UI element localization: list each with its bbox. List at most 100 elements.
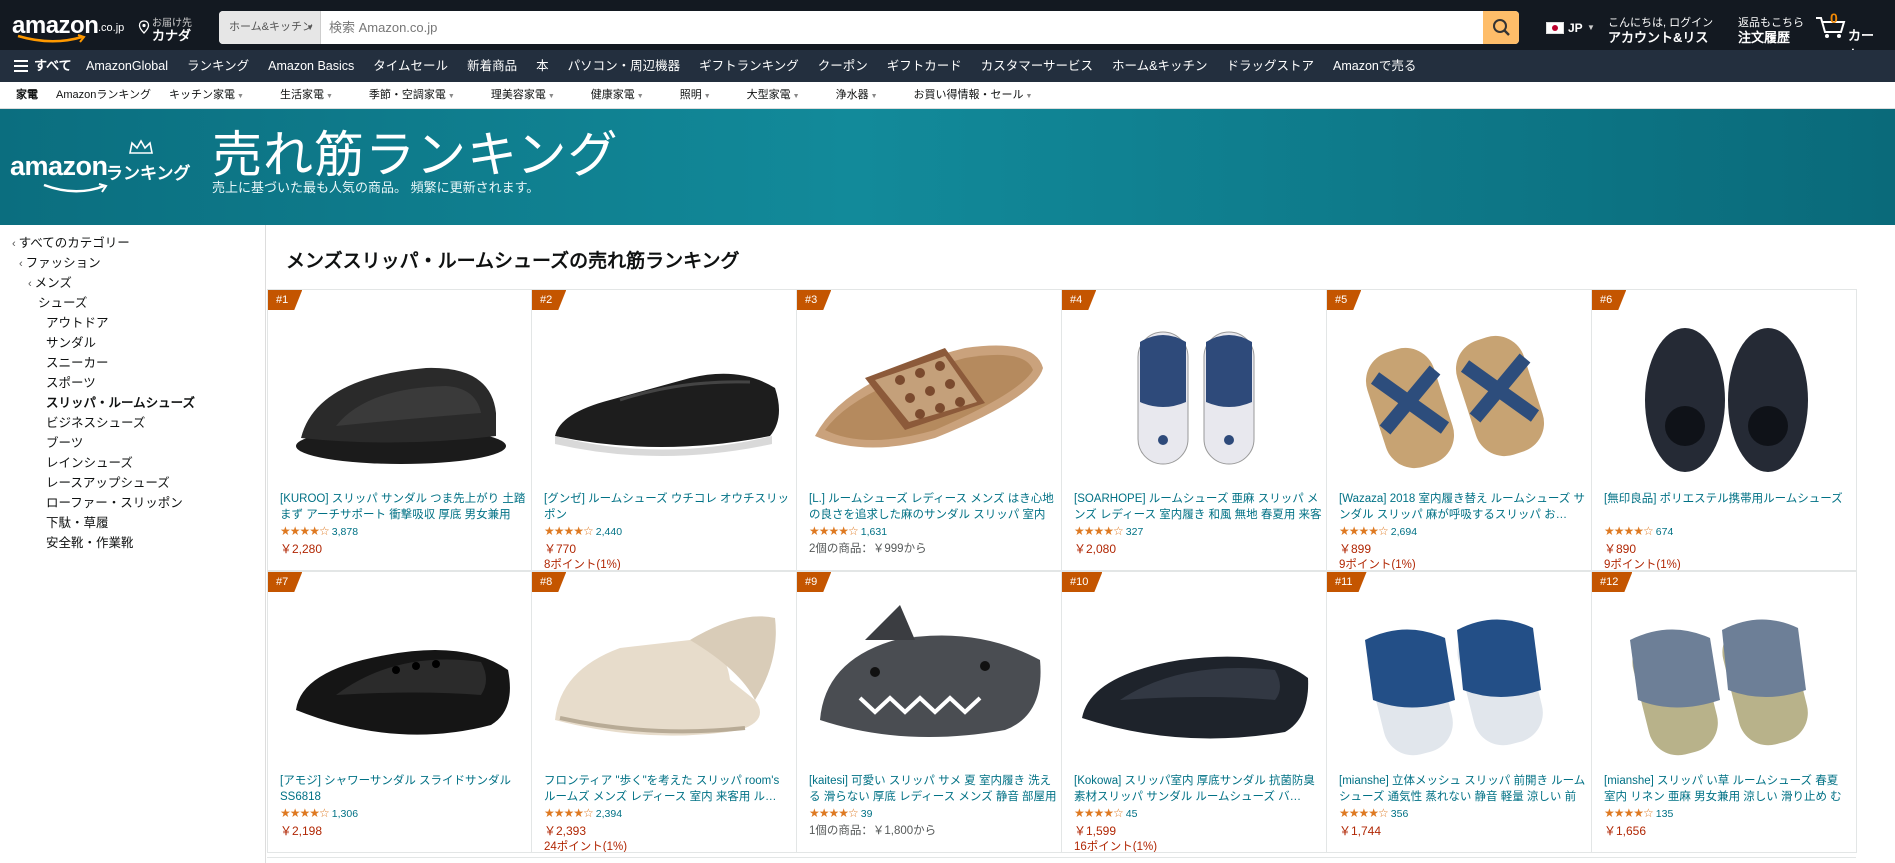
- star-rating-icon: ★★★★☆: [1074, 806, 1124, 820]
- product-title-link[interactable]: [グンゼ] ルームシューズ ウチコレ オウチスリッポン: [544, 491, 792, 523]
- sidebar-item-slippers-selected[interactable]: スリッパ・ルームシューズ: [46, 392, 195, 411]
- sidebar-item-fashion[interactable]: ‹ ファッション: [19, 252, 101, 271]
- nav-link-sell[interactable]: Amazonで売る: [1333, 50, 1416, 82]
- nav-link-customer-service[interactable]: カスタマーサービス: [981, 50, 1093, 82]
- product-rating[interactable]: ★★★★☆ 2,440: [544, 524, 622, 538]
- product-card[interactable]: #10 [Kokowa] スリッパ室内 厚底サンダル 抗菌防臭素材スリッパ サンダ…: [1062, 571, 1327, 853]
- search-input[interactable]: [325, 11, 1465, 44]
- product-image[interactable]: [276, 600, 526, 760]
- product-card[interactable]: #7 [アモジ] シャワーサンダル スライドサンダル SS6818 ★★★★☆ 1,3…: [267, 571, 532, 853]
- sidebar-item-lace-up-shoes[interactable]: レースアップシューズ: [46, 472, 170, 491]
- product-rating[interactable]: ★★★★☆ 135: [1604, 806, 1673, 820]
- sidebar-item-shoes[interactable]: シューズ: [38, 292, 87, 311]
- product-rating[interactable]: ★★★★☆ 1,631: [809, 524, 887, 538]
- product-image[interactable]: [1070, 318, 1320, 478]
- all-menu-button[interactable]: すべて: [14, 50, 72, 82]
- sidebar-item-business-shoes[interactable]: ビジネスシューズ: [46, 412, 145, 431]
- nav-link-home-kitchen[interactable]: ホーム&キッチン: [1112, 50, 1207, 82]
- product-image[interactable]: [540, 600, 790, 760]
- nav-link-amazon-basics[interactable]: Amazon Basics: [268, 50, 354, 82]
- product-image[interactable]: [1335, 318, 1585, 478]
- product-rating[interactable]: ★★★★☆ 3,878: [280, 524, 358, 538]
- sidebar-item-loafers[interactable]: ローファー・スリッポン: [46, 492, 183, 511]
- product-card[interactable]: #11 [mianshe] 立体メッシュ スリッパ 前開き ルームシューズ 通気性…: [1327, 571, 1592, 853]
- product-image[interactable]: [540, 318, 790, 478]
- product-title-link[interactable]: [mianshe] 立体メッシュ スリッパ 前開き ルームシューズ 通気性 蒸れ…: [1339, 773, 1587, 805]
- product-card[interactable]: #8 フロンティア "歩く"を考えた スリッパ room's ルームズ メンズ レ…: [532, 571, 797, 853]
- sidebar-item-boots[interactable]: ブーツ: [46, 432, 83, 451]
- subnav-link-appliances[interactable]: 家電: [16, 82, 38, 109]
- subnav-link-kitchen-appliances[interactable]: キッチン家電 ▼: [169, 82, 262, 109]
- product-title-link[interactable]: [L.] ルームシューズ レディース メンズ はき心地の良さを追求した麻のサンダ…: [809, 491, 1057, 523]
- sidebar-item-safety-shoes[interactable]: 安全靴・作業靴: [46, 532, 134, 551]
- product-image[interactable]: [805, 600, 1055, 760]
- nav-link-coupons[interactable]: クーポン: [818, 50, 868, 82]
- nav-link-books[interactable]: 本: [536, 50, 549, 82]
- product-title-link[interactable]: [Wazaza] 2018 室内履き替え ルームシューズ サンダル スリッパ 麻…: [1339, 491, 1587, 523]
- product-card[interactable]: #9 [kaitesi] 可愛い スリッパ サメ 夏 室内履き 洗える 滑らない …: [797, 571, 1062, 853]
- product-rating[interactable]: ★★★★☆ 39: [809, 806, 872, 820]
- product-title-link[interactable]: [アモジ] シャワーサンダル スライドサンダル SS6818: [280, 773, 528, 805]
- subnav-link-large-appliances[interactable]: 大型家電 ▼: [747, 82, 818, 109]
- sidebar-item-geta-zori[interactable]: 下駄・草履: [46, 512, 109, 531]
- product-rating[interactable]: ★★★★☆ 2,694: [1339, 524, 1417, 538]
- product-card[interactable]: #4 [SOARHOPE] ルームシューズ 亜麻 スリッパ メンズ レディース 室…: [1062, 289, 1327, 571]
- product-rating[interactable]: ★★★★☆ 356: [1339, 806, 1408, 820]
- product-title-link[interactable]: [SOARHOPE] ルームシューズ 亜麻 スリッパ メンズ レディース 室内履…: [1074, 491, 1322, 523]
- product-rating[interactable]: ★★★★☆ 674: [1604, 524, 1673, 538]
- product-card[interactable]: #1 [KUROO] スリッパ サンダル つま先上がり 土踏まず アーチサポート …: [267, 289, 532, 571]
- account-and-lists[interactable]: こんにちは, ログイン アカウント&リスト: [1608, 14, 1718, 64]
- cart-button[interactable]: 0 カート: [1814, 10, 1884, 62]
- product-card[interactable]: #3 [L.] ルームシューズ レディース メンズ はき心地の良さを追求した麻のサ…: [797, 289, 1062, 571]
- subnav-link-home-appliances[interactable]: 生活家電 ▼: [280, 82, 351, 109]
- subnav-link-health-appliances[interactable]: 健康家電 ▼: [591, 82, 662, 109]
- product-image[interactable]: [1600, 600, 1850, 760]
- sidebar-item-mens[interactable]: ‹ メンズ: [28, 272, 72, 291]
- product-rating[interactable]: ★★★★☆ 45: [1074, 806, 1137, 820]
- product-card[interactable]: #6 [無印良品] ポリエステル携帯用ルームシューズ ★★★★☆ 674 ￥890 9ポイ…: [1592, 289, 1857, 571]
- search-button[interactable]: [1483, 11, 1519, 44]
- language-selector[interactable]: JP ▼: [1546, 20, 1596, 38]
- nav-link-drugstore[interactable]: ドラッグストア: [1227, 50, 1315, 82]
- nav-link-gift-ranking[interactable]: ギフトランキング: [699, 50, 799, 82]
- nav-link-timesale[interactable]: タイムセール: [373, 50, 448, 82]
- product-image[interactable]: [805, 318, 1055, 478]
- product-title-link[interactable]: [kaitesi] 可愛い スリッパ サメ 夏 室内履き 洗える 滑らない 厚底…: [809, 773, 1057, 805]
- product-title-link[interactable]: フロンティア "歩く"を考えた スリッパ room's ルームズ メンズ レディ…: [544, 773, 792, 805]
- sidebar-item-all-categories[interactable]: ‹ すべてのカテゴリー: [12, 232, 130, 251]
- subnav-link-amazon-ranking[interactable]: Amazonランキング: [56, 82, 151, 109]
- product-card[interactable]: #12 [mianshe] スリッパ い草 ルームシューズ 春夏 室内 リネン 亜…: [1592, 571, 1857, 853]
- product-card[interactable]: #2 [グンゼ] ルームシューズ ウチコレ オウチスリッポン ★★★★☆ 2,440 ￥…: [532, 289, 797, 571]
- sidebar-item-sneakers[interactable]: スニーカー: [46, 352, 109, 371]
- nav-link-new-releases[interactable]: 新着商品: [467, 50, 517, 82]
- product-rating[interactable]: ★★★★☆ 2,394: [544, 806, 622, 820]
- product-title-link[interactable]: [無印良品] ポリエステル携帯用ルームシューズ: [1604, 491, 1852, 523]
- sidebar-item-sandals[interactable]: サンダル: [46, 332, 96, 351]
- search-department-select[interactable]: ホーム&キッチン ▼: [219, 11, 321, 44]
- product-title-link[interactable]: [KUROO] スリッパ サンダル つま先上がり 土踏まず アーチサポート 衝撃…: [280, 491, 528, 523]
- product-image[interactable]: [276, 318, 526, 478]
- amazon-logo[interactable]: amazon .co.jp: [12, 10, 130, 43]
- product-card[interactable]: #5 [Wazaza] 2018 室内履き替え ルームシューズ サンダル スリッパ…: [1327, 289, 1592, 571]
- returns-and-orders[interactable]: 返品もこちら 注文履歴: [1738, 14, 1808, 45]
- product-image[interactable]: [1070, 600, 1320, 760]
- product-title-link[interactable]: [mianshe] スリッパ い草 ルームシューズ 春夏 室内 リネン 亜麻 男…: [1604, 773, 1852, 805]
- product-image[interactable]: [1600, 318, 1850, 478]
- product-image[interactable]: [1335, 600, 1585, 760]
- deliver-to[interactable]: お届け先 カナダ: [138, 12, 210, 43]
- nav-link-ranking[interactable]: ランキング: [187, 50, 249, 82]
- nav-link-computers[interactable]: パソコン・周辺機器: [568, 50, 681, 82]
- product-rating[interactable]: ★★★★☆ 327: [1074, 524, 1143, 538]
- product-title-link[interactable]: [Kokowa] スリッパ室内 厚底サンダル 抗菌防臭素材スリッパ サンダル ル…: [1074, 773, 1322, 805]
- nav-link-amazonglobal[interactable]: AmazonGlobal: [86, 50, 168, 82]
- sidebar-item-outdoor[interactable]: アウトドア: [46, 312, 109, 331]
- subnav-link-lighting[interactable]: 照明 ▼: [680, 82, 729, 109]
- subnav-link-water-purifiers[interactable]: 浄水器 ▼: [836, 82, 896, 109]
- product-rating[interactable]: ★★★★☆ 1,306: [280, 806, 358, 820]
- subnav-link-deals[interactable]: お買い得情報・セール ▼: [914, 82, 1051, 109]
- subnav-link-beauty-appliances[interactable]: 理美容家電 ▼: [491, 82, 573, 109]
- subnav-link-seasonal-appliances[interactable]: 季節・空調家電 ▼: [369, 82, 473, 109]
- sidebar-item-sports[interactable]: スポーツ: [46, 372, 96, 391]
- sidebar-item-rain-shoes[interactable]: レインシューズ: [46, 452, 133, 471]
- nav-link-gift-cards[interactable]: ギフトカード: [887, 50, 962, 82]
